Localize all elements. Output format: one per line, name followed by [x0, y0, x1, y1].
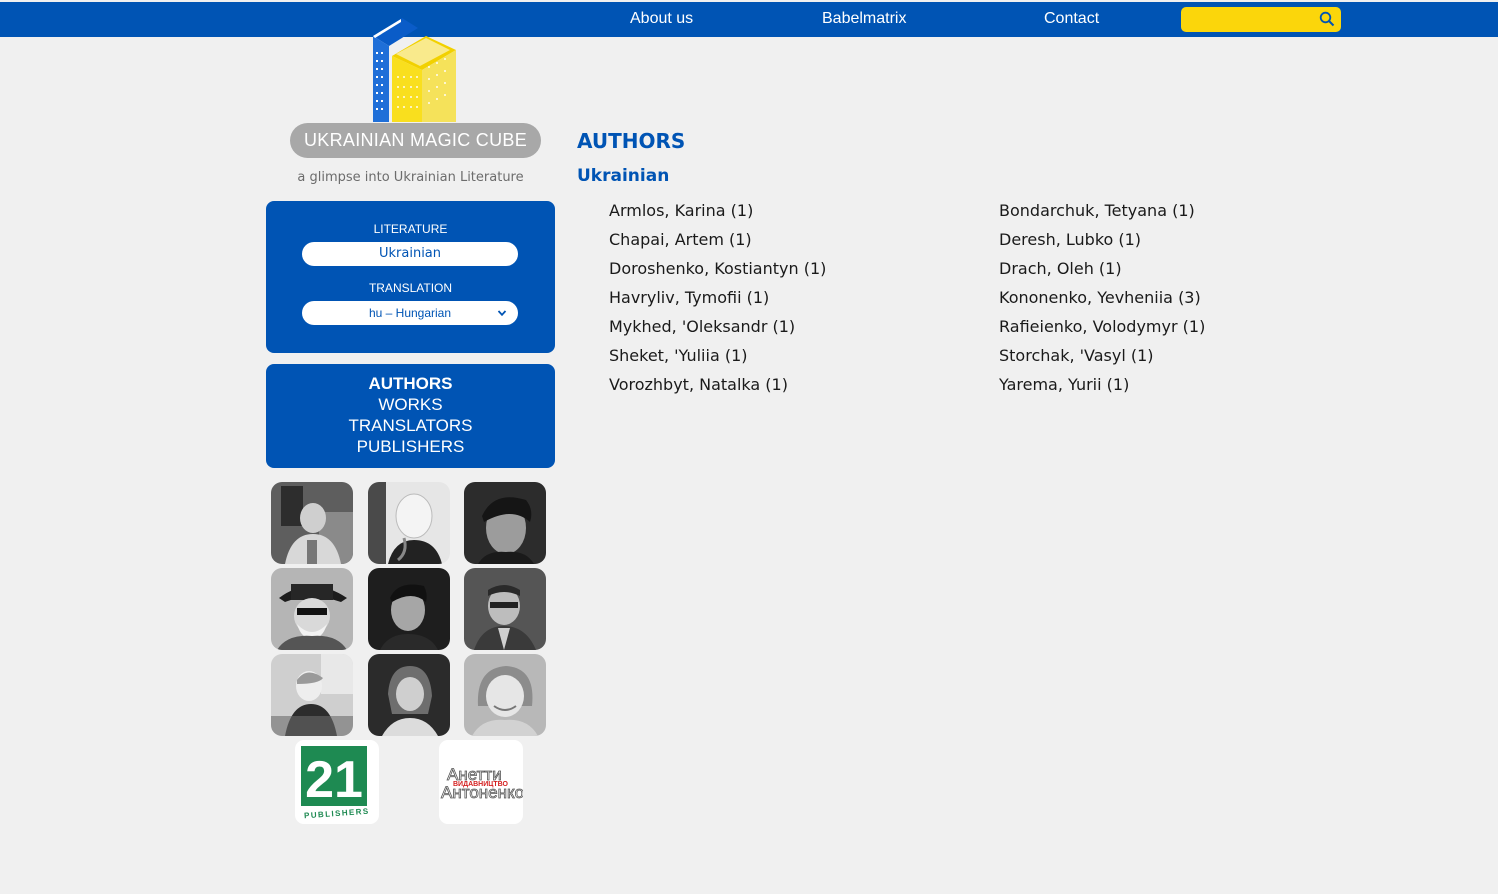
- site-title[interactable]: UKRAINIAN MAGIC CUBE: [290, 123, 541, 158]
- search-box: [1181, 7, 1341, 32]
- author-link[interactable]: Rafieienko, Volodymyr (1): [999, 317, 1205, 336]
- chevron-down-icon: [497, 310, 507, 317]
- author-link[interactable]: Armlos, Karina (1): [609, 201, 753, 220]
- publisher-21-text: 21: [305, 751, 363, 809]
- author-link[interactable]: Kononenko, Yevheniia (3): [999, 288, 1201, 307]
- author-photo[interactable]: [271, 654, 353, 736]
- anetti-line2-text: Антоненко: [441, 783, 523, 802]
- top-nav-bar: About us Babelmatrix Contact: [0, 2, 1498, 37]
- author-link[interactable]: Mykhed, 'Oleksandr (1): [609, 317, 795, 336]
- site-tagline: a glimpse into Ukrainian Literature: [297, 170, 524, 185]
- translation-select[interactable]: hu – Hungarian: [302, 301, 518, 325]
- author-link[interactable]: Sheket, 'Yuliia (1): [609, 346, 748, 365]
- search-icon[interactable]: [1319, 11, 1335, 27]
- literature-subtitle: Ukrainian: [577, 166, 670, 186]
- author-link[interactable]: Vorozhbyt, Natalka (1): [609, 375, 788, 394]
- nav-about-link[interactable]: About us: [630, 2, 693, 37]
- menu-publishers[interactable]: PUBLISHERS: [266, 437, 555, 457]
- nav-contact-link[interactable]: Contact: [1044, 2, 1099, 37]
- translation-select-value: hu – Hungarian: [368, 306, 452, 320]
- author-photo[interactable]: [464, 654, 546, 736]
- author-link[interactable]: Drach, Oleh (1): [999, 259, 1122, 278]
- author-link[interactable]: Doroshenko, Kostiantyn (1): [609, 259, 826, 278]
- menu-translators[interactable]: TRANSLATORS: [266, 416, 555, 436]
- author-photo[interactable]: [464, 568, 546, 650]
- author-photo[interactable]: [464, 482, 546, 564]
- author-photo[interactable]: [271, 568, 353, 650]
- author-link[interactable]: Yarema, Yurii (1): [999, 375, 1129, 394]
- author-link[interactable]: Havryliv, Tymofii (1): [609, 288, 769, 307]
- author-link[interactable]: Chapai, Artem (1): [609, 230, 752, 249]
- author-link[interactable]: Storchak, 'Vasyl (1): [999, 346, 1154, 365]
- nav-babelmatrix-link[interactable]: Babelmatrix: [822, 2, 906, 37]
- author-photo[interactable]: [368, 568, 450, 650]
- author-link[interactable]: Bondarchuk, Tetyana (1): [999, 201, 1195, 220]
- menu-works[interactable]: WORKS: [266, 395, 555, 415]
- publisher-21-logo[interactable]: 21 PUBLISHERS: [295, 740, 379, 824]
- magic-cube-logo-icon[interactable]: [370, 14, 462, 124]
- language-selector-panel: LITERATURE Ukrainian TRANSLATION hu – Hu…: [266, 201, 555, 353]
- author-photo[interactable]: [368, 482, 450, 564]
- publisher-anetti-antonenko-logo[interactable]: Анетти ВИДАВНИЦТВО Антоненко: [439, 740, 523, 824]
- menu-authors[interactable]: AUTHORS: [266, 374, 555, 394]
- translation-label: TRANSLATION: [368, 281, 453, 295]
- author-photo[interactable]: [271, 482, 353, 564]
- section-menu: AUTHORS WORKS TRANSLATORS PUBLISHERS: [266, 364, 555, 468]
- page-title: AUTHORS: [577, 129, 686, 153]
- search-input[interactable]: [1187, 9, 1315, 31]
- author-link[interactable]: Deresh, Lubko (1): [999, 230, 1141, 249]
- literature-select[interactable]: Ukrainian: [302, 242, 518, 266]
- author-photo[interactable]: [368, 654, 450, 736]
- literature-label: LITERATURE: [373, 222, 448, 236]
